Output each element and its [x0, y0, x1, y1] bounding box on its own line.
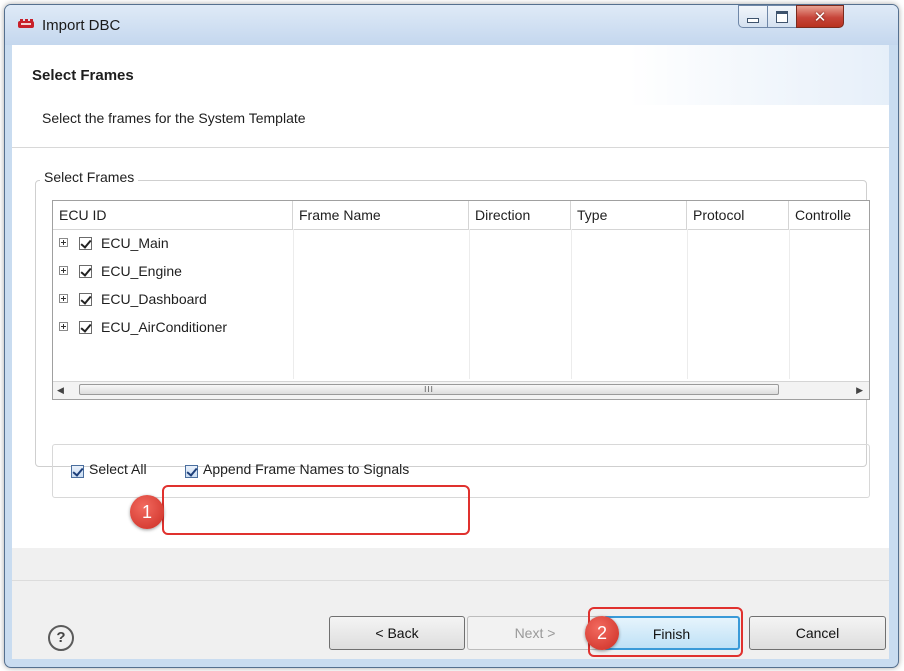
content-panel: Select Frames ECU ID Frame Name Directio…	[12, 148, 889, 548]
column-divider	[687, 229, 688, 379]
select-all-label[interactable]: Select All	[89, 461, 147, 477]
append-frame-names-checkbox[interactable]	[185, 465, 198, 478]
expand-icon[interactable]	[59, 238, 68, 247]
row-checkbox[interactable]	[79, 321, 92, 334]
title-bar[interactable]: Import DBC ✕	[5, 5, 898, 45]
app-icon	[18, 19, 34, 28]
column-divider	[469, 229, 470, 379]
table-row[interactable]: ECU_Engine	[53, 257, 293, 285]
table-row[interactable]: ECU_Dashboard	[53, 285, 293, 313]
row-label: ECU_Main	[101, 235, 169, 251]
close-icon: ✕	[813, 8, 827, 26]
table-header: ECU ID Frame Name Direction Type Protoco…	[53, 201, 869, 230]
minimize-button[interactable]	[738, 5, 768, 28]
scroll-left-arrow-icon[interactable]: ◀	[57, 385, 64, 396]
frames-table[interactable]: ECU ID Frame Name Direction Type Protoco…	[52, 200, 870, 400]
expand-icon[interactable]	[59, 266, 68, 275]
row-checkbox[interactable]	[79, 293, 92, 306]
minimize-icon	[747, 18, 759, 23]
column-header-direction[interactable]: Direction	[469, 201, 571, 229]
next-button[interactable]: Next >	[467, 616, 603, 650]
horizontal-scrollbar[interactable]: ◀ III ▶	[53, 381, 869, 399]
column-divider	[789, 229, 790, 379]
maximize-button[interactable]	[767, 5, 797, 28]
annotation-badge-1: 1	[130, 495, 164, 529]
column-header-ecu-id[interactable]: ECU ID	[53, 201, 293, 229]
expand-icon[interactable]	[59, 294, 68, 303]
close-button[interactable]: ✕	[796, 5, 844, 28]
column-divider	[571, 229, 572, 379]
cancel-button[interactable]: Cancel	[749, 616, 886, 650]
table-row[interactable]: ECU_Main	[53, 229, 293, 257]
row-label: ECU_AirConditioner	[101, 319, 228, 335]
column-header-frame-name[interactable]: Frame Name	[293, 201, 469, 229]
column-header-type[interactable]: Type	[571, 201, 687, 229]
import-dbc-dialog: Import DBC ✕ Select Frames Select the fr…	[4, 4, 899, 668]
column-header-controller[interactable]: Controlle	[789, 201, 869, 229]
page-subtitle: Select the frames for the System Templat…	[42, 110, 306, 126]
row-label: ECU_Engine	[101, 263, 182, 279]
annotation-highlight-append	[162, 485, 470, 535]
group-label: Select Frames	[40, 169, 139, 185]
row-checkbox[interactable]	[79, 237, 92, 250]
column-divider	[293, 229, 294, 379]
maximize-icon	[776, 10, 788, 23]
append-frame-names-label[interactable]: Append Frame Names to Signals	[203, 461, 409, 477]
header-decoration	[629, 45, 889, 105]
scroll-right-arrow-icon[interactable]: ▶	[856, 385, 863, 396]
expand-icon[interactable]	[59, 322, 68, 331]
back-button[interactable]: < Back	[329, 616, 465, 650]
column-header-protocol[interactable]: Protocol	[687, 201, 789, 229]
help-icon[interactable]: ?	[48, 625, 74, 651]
window-title: Import DBC	[42, 17, 121, 34]
dialog-body: Select Frames Select the frames for the …	[12, 45, 889, 659]
row-label: ECU_Dashboard	[101, 291, 207, 307]
scroll-thumb[interactable]: III	[79, 384, 779, 395]
wizard-header: Select Frames Select the frames for the …	[12, 45, 889, 148]
select-all-checkbox[interactable]	[71, 465, 84, 478]
page-title: Select Frames	[32, 67, 134, 84]
annotation-badge-2: 2	[585, 616, 619, 650]
footer-divider	[12, 580, 889, 581]
table-row[interactable]: ECU_AirConditioner	[53, 313, 293, 341]
row-checkbox[interactable]	[79, 265, 92, 278]
